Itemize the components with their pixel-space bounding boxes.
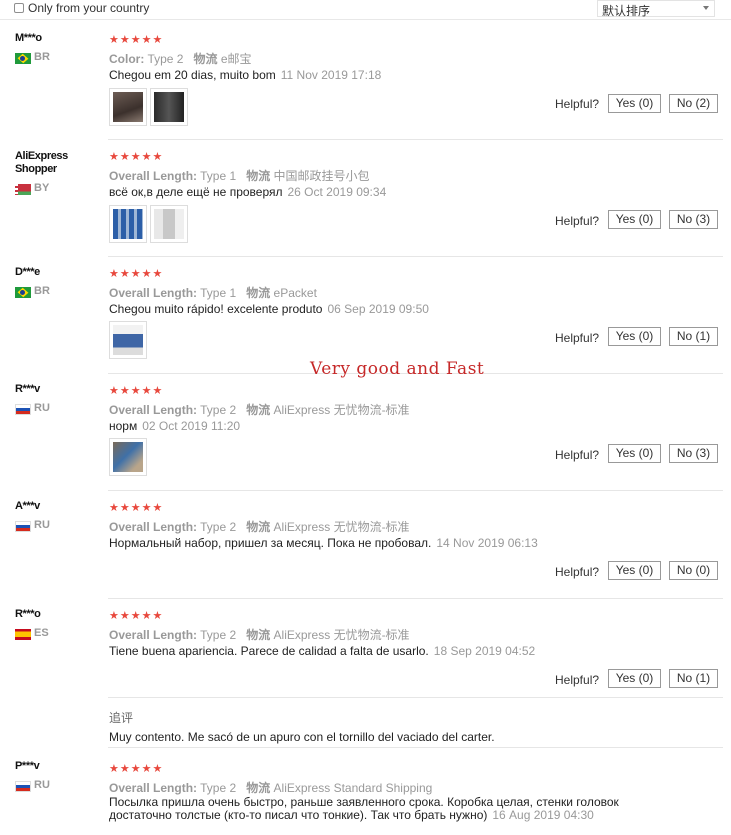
helpful-no-button[interactable]: No (2)	[669, 94, 718, 113]
review-photo-thumbnail[interactable]	[109, 205, 147, 243]
followup-label: 追评	[109, 711, 134, 725]
review-date: 06 Sep 2019 09:50	[327, 302, 429, 316]
reviewer-name: AliExpress Shopper	[15, 150, 68, 175]
brazil-flag-icon	[15, 287, 31, 298]
review-text: Tiene buena apariencia. Parece de calida…	[109, 644, 536, 658]
helpful-no-button[interactable]: No (0)	[669, 561, 718, 580]
reviewer-name: M***o	[15, 32, 42, 44]
review-item: AliExpress Shopper BY ★★★★★ Overall Leng…	[0, 149, 731, 257]
review-date: 02 Oct 2019 11:20	[142, 419, 241, 433]
country-filter-checkbox[interactable]	[14, 3, 24, 13]
helpful-label: Helpful?	[555, 565, 600, 579]
helpful-no-button[interactable]: No (3)	[669, 210, 718, 229]
review-date: 14 Nov 2019 06:13	[436, 536, 538, 550]
country-filter-label[interactable]: Only from your country	[28, 1, 149, 15]
review-text: Chegou em 20 dias, muito bom 11 Nov 2019 …	[109, 68, 382, 82]
russia-flag-icon	[15, 781, 31, 792]
review-item: A***v RU ★★★★★ Overall Length: Type 2 物流…	[0, 500, 731, 600]
chevron-down-icon	[703, 6, 709, 10]
belarus-flag-icon	[15, 184, 31, 195]
sort-select[interactable]: 默认排序	[597, 0, 715, 18]
product-attributes: Overall Length: Type 1 物流 ePacket	[109, 286, 317, 300]
review-text: Нормальный набор, пришел за месяц. Пока …	[109, 536, 538, 550]
divider	[108, 139, 723, 140]
product-attributes: Overall Length: Type 2 物流 AliExpress 无忧物…	[109, 403, 410, 417]
divider	[108, 697, 723, 698]
product-attributes: Overall Length: Type 2 物流 AliExpress 无忧物…	[109, 628, 410, 642]
review-text: норм 02 Oct 2019 11:20	[109, 419, 241, 433]
review-photo-thumbnail[interactable]	[109, 438, 147, 476]
review-date: 11 Nov 2019 17:18	[280, 68, 382, 82]
helpful-no-button[interactable]: No (1)	[669, 327, 718, 346]
followup-text: Muy contento. Me sacó de un apuro con el…	[109, 730, 495, 744]
brazil-flag-icon	[15, 53, 31, 64]
helpful-label: Helpful?	[555, 97, 600, 111]
russia-flag-icon	[15, 521, 31, 532]
helpful-no-button[interactable]: No (3)	[669, 444, 718, 463]
spain-flag-icon	[15, 629, 31, 640]
helpful-label: Helpful?	[555, 448, 600, 462]
star-rating: ★★★★★	[109, 151, 164, 163]
star-rating: ★★★★★	[109, 610, 164, 622]
helpful-yes-button[interactable]: Yes (0)	[608, 669, 661, 688]
star-rating: ★★★★★	[109, 268, 164, 280]
product-attributes: Overall Length: Type 2 物流 AliExpress Sta…	[109, 781, 433, 795]
review-date: 16 Aug 2019 04:30	[492, 808, 594, 822]
star-rating: ★★★★★	[109, 385, 164, 397]
divider	[108, 598, 723, 599]
helpful-yes-button[interactable]: Yes (0)	[608, 561, 661, 580]
sort-selected-value: 默认排序	[602, 4, 651, 18]
review-item: R***v RU ★★★★★ Overall Length: Type 2 物流…	[0, 383, 731, 491]
helpful-label: Helpful?	[555, 331, 600, 345]
helpful-yes-button[interactable]: Yes (0)	[608, 94, 661, 113]
reviewer-name: D***e	[15, 266, 40, 278]
reviewer-name: R***o	[15, 608, 41, 620]
review-item: P***v RU ★★★★★ Overall Length: Type 2 物流…	[0, 760, 731, 835]
review-photo-thumbnail[interactable]	[150, 205, 188, 243]
star-rating: ★★★★★	[109, 502, 164, 514]
reviewer-name: A***v	[15, 500, 40, 512]
review-date: 18 Sep 2019 04:52	[433, 644, 536, 658]
reviewer-name: P***v	[15, 760, 40, 772]
product-attributes: Overall Length: Type 2 物流 AliExpress 无忧物…	[109, 520, 410, 534]
russia-flag-icon	[15, 404, 31, 415]
helpful-no-button[interactable]: No (1)	[669, 669, 718, 688]
star-rating: ★★★★★	[109, 34, 164, 46]
review-item: D***e BR ★★★★★ Overall Length: Type 1 物流…	[0, 266, 731, 374]
review-text: всё ок,в деле ещё не проверял 26 Oct 2019…	[109, 185, 387, 199]
helpful-yes-button[interactable]: Yes (0)	[608, 210, 661, 229]
review-text: Посылка пришла очень быстро, раньше заяв…	[109, 795, 619, 822]
helpful-label: Helpful?	[555, 214, 600, 228]
review-photo-thumbnail[interactable]	[109, 321, 147, 359]
review-date: 26 Oct 2019 09:34	[287, 185, 387, 199]
helpful-label: Helpful?	[555, 673, 600, 687]
divider	[108, 747, 723, 748]
filter-bar: Only from your country 默认排序	[0, 0, 731, 20]
reviewer-name: R***v	[15, 383, 40, 395]
product-attributes: Color: Type 2 物流 e邮宝	[109, 52, 252, 66]
overlay-caption: Very good and Fast	[310, 359, 485, 379]
product-attributes: Overall Length: Type 1 物流 中国邮政挂号小包	[109, 169, 370, 183]
helpful-yes-button[interactable]: Yes (0)	[608, 327, 661, 346]
helpful-yes-button[interactable]: Yes (0)	[608, 444, 661, 463]
review-item: M***o BR ★★★★★ Color: Type 2 物流 e邮宝 Cheg…	[0, 32, 731, 140]
review-photo-thumbnail[interactable]	[150, 88, 188, 126]
star-rating: ★★★★★	[109, 763, 164, 775]
review-photo-thumbnail[interactable]	[109, 88, 147, 126]
divider	[108, 256, 723, 257]
review-text: Chegou muito rápido! excelente produto 06…	[109, 302, 429, 316]
review-item: R***o ES ★★★★★ Overall Length: Type 2 物流…	[0, 608, 731, 748]
divider	[108, 490, 723, 491]
